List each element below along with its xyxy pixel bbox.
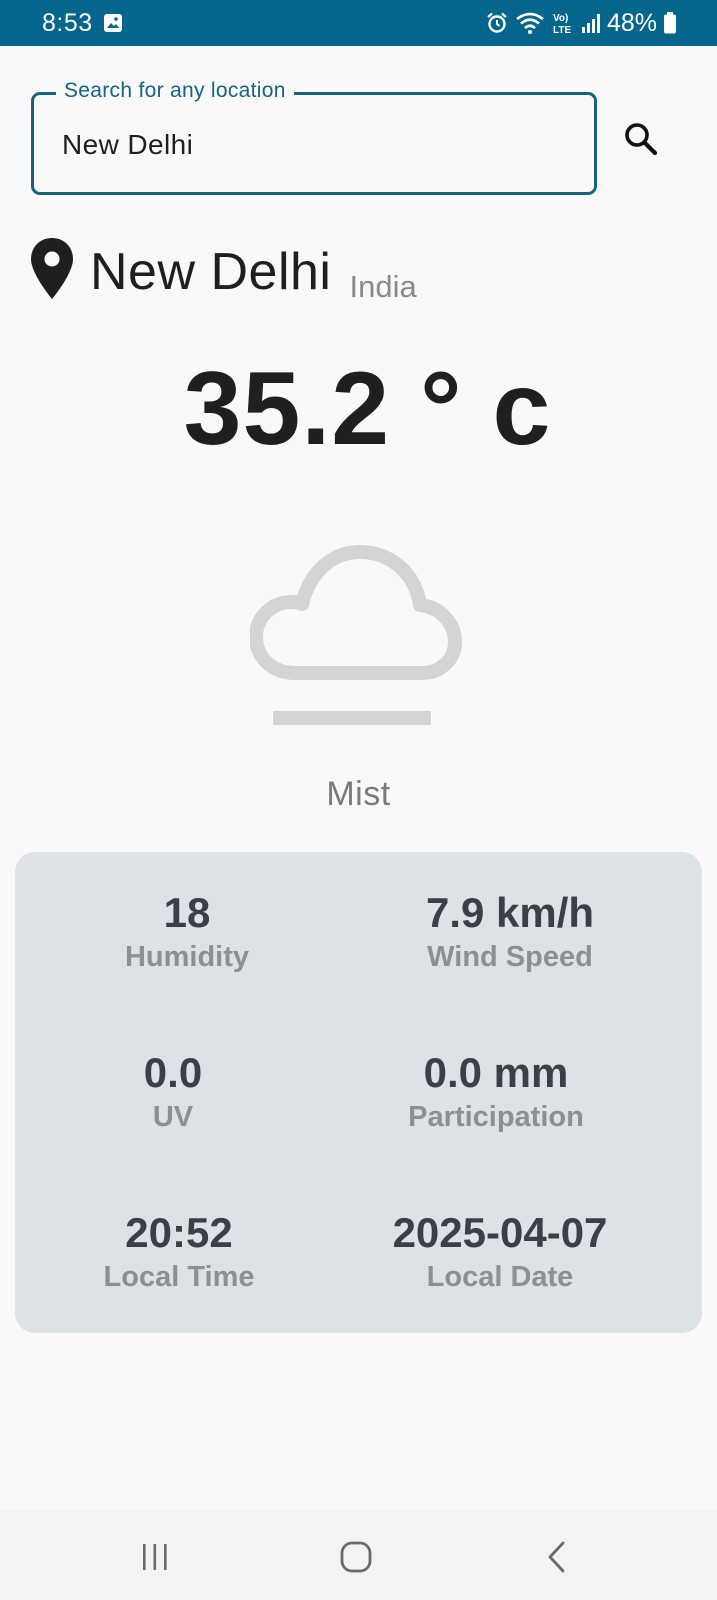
recents-icon: [143, 1544, 167, 1570]
detail-local-time: 20:52 Local Time: [14, 1209, 344, 1294]
uv-value: 0.0: [143, 1049, 203, 1096]
home-icon: [340, 1541, 372, 1573]
gallery-icon: [103, 14, 122, 32]
wind-speed-value: 7.9 km/h: [425, 889, 595, 936]
status-left: 8:53: [42, 9, 123, 38]
detail-local-date: 2025-04-07 Local Date: [335, 1209, 665, 1294]
participation-value: 0.0 mm: [423, 1049, 569, 1096]
status-right: Vo) LTE 48%: [485, 9, 677, 38]
recents-button[interactable]: [130, 1538, 180, 1576]
navigation-bar: [0, 1510, 717, 1600]
volte-icon: Vo) LTE: [553, 13, 571, 36]
back-icon: [548, 1541, 565, 1573]
back-button[interactable]: [532, 1538, 582, 1576]
detail-wind-speed: 7.9 km/h Wind Speed: [345, 889, 675, 974]
search-input[interactable]: [62, 125, 562, 165]
temperature: 35.2 ° c: [183, 351, 552, 467]
local-date-label: Local Date: [426, 1261, 574, 1294]
local-time-value: 20:52: [125, 1209, 233, 1256]
search-button[interactable]: [618, 116, 666, 164]
home-button[interactable]: [331, 1538, 381, 1576]
battery-icon: [664, 12, 676, 34]
alarm-icon: [487, 12, 507, 33]
city-name: New Delhi: [90, 243, 332, 301]
detail-participation: 0.0 mm Participation: [331, 1049, 661, 1134]
weather-details-card: 18 Humidity 7.9 km/h Wind Speed 0.0 UV 0…: [15, 852, 702, 1333]
svg-text:LTE: LTE: [553, 25, 571, 36]
battery-percent: 48%: [606, 8, 657, 37]
mist-cloud-icon: [250, 545, 462, 725]
detail-uv: 0.0 UV: [8, 1049, 338, 1134]
local-date-value: 2025-04-07: [392, 1209, 608, 1256]
search-icon: [625, 123, 658, 156]
detail-humidity: 18 Humidity: [22, 889, 352, 974]
signal-icon: [581, 14, 600, 33]
svg-text:Vo): Vo): [553, 13, 568, 24]
search-field[interactable]: Search for any location: [31, 79, 597, 195]
location-pin-icon: [31, 238, 73, 299]
humidity-value: 18: [163, 889, 211, 936]
status-time: 8:53: [42, 8, 93, 37]
weather-condition: Mist: [326, 775, 391, 813]
search-field-label: Search for any location: [56, 79, 294, 103]
local-time-label: Local Time: [103, 1261, 255, 1294]
wind-speed-label: Wind Speed: [427, 941, 593, 974]
country-name: India: [349, 269, 417, 304]
location-row: New Delhi India: [28, 232, 417, 302]
uv-label: UV: [152, 1101, 194, 1134]
weather-screen: 8:53 Vo) LTE 48% Search for any location…: [0, 0, 717, 1600]
status-bar: 8:53 Vo) LTE 48%: [0, 0, 717, 46]
humidity-label: Humidity: [124, 941, 250, 974]
participation-label: Participation: [408, 1101, 584, 1134]
wifi-icon: [516, 12, 544, 34]
